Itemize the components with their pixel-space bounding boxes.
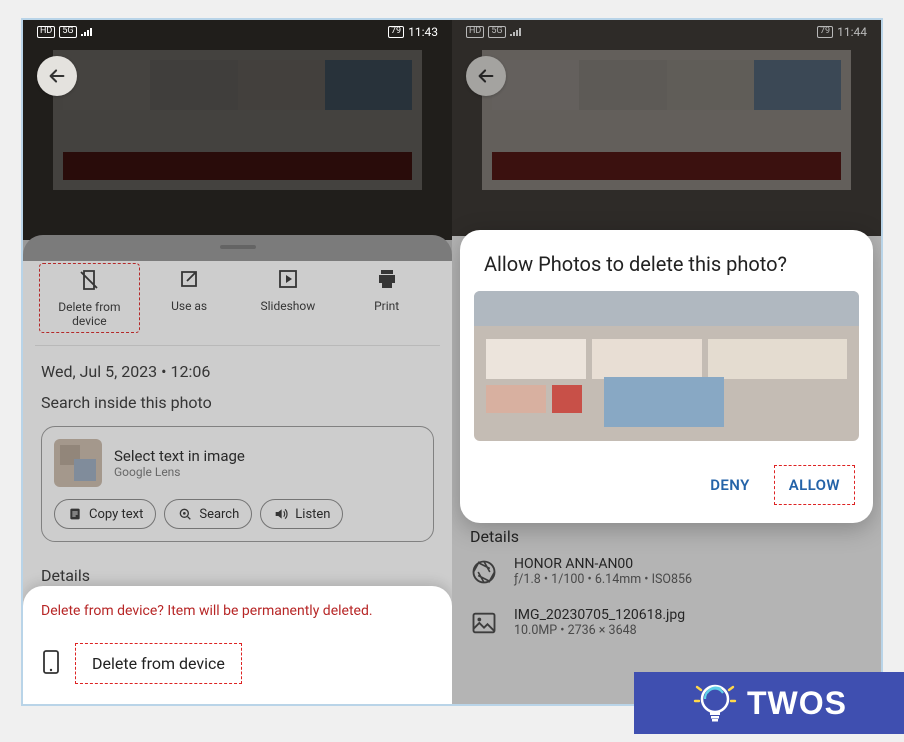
phone-left: HD 5G 79 11:43 Delete from dev (23, 20, 452, 704)
delete-confirm-sheet: Delete from device? Item will be permane… (23, 586, 452, 704)
allow-button[interactable]: ALLOW (774, 465, 855, 505)
action-label: Print (374, 299, 399, 313)
copy-text-chip[interactable]: Copy text (54, 499, 156, 529)
print-action[interactable]: Print (337, 263, 436, 333)
lens-thumbnail (54, 439, 102, 487)
signal-icon (81, 26, 93, 39)
print-icon (375, 267, 399, 291)
search-inside-heading: Search inside this photo (23, 389, 452, 422)
document-icon (67, 506, 83, 522)
listen-chip[interactable]: Listen (260, 499, 343, 529)
status-bar: HD 5G 79 11:43 (23, 20, 452, 44)
lens-search-icon (177, 506, 193, 522)
clock: 11:43 (408, 25, 438, 39)
use-as-action[interactable]: Use as (140, 263, 239, 333)
delete-from-device-action[interactable]: Delete from device (39, 263, 140, 333)
delete-message: Delete from device? Item will be permane… (41, 602, 434, 621)
action-label: Use as (171, 299, 207, 313)
actions-row: Delete from device Use as Slideshow (35, 255, 440, 346)
action-label: Delete from device (44, 300, 135, 328)
permission-dialog: Allow Photos to delete this photo? DENY … (460, 230, 873, 523)
search-chip[interactable]: Search (164, 499, 252, 529)
phone-right: HD 5G 79 11:44 Delete from device We Se (452, 20, 881, 704)
deny-button[interactable]: DENY (696, 466, 763, 504)
hd-indicator: HD (37, 26, 55, 38)
screenshot-frame: HD 5G 79 11:43 Delete from dev (21, 18, 883, 706)
lens-subtitle: Google Lens (114, 465, 245, 479)
phone-icon (41, 650, 61, 678)
brand-text: TWOS (747, 685, 847, 722)
open-external-icon (177, 267, 201, 291)
details-heading: Details (23, 558, 452, 585)
twos-watermark: TWOS (634, 672, 904, 734)
delete-from-device-button[interactable]: Delete from device (75, 643, 242, 684)
action-label: Slideshow (260, 299, 315, 313)
photo-date: Wed, Jul 5, 2023 • 12:06 (23, 346, 452, 389)
chip-label: Listen (295, 507, 330, 522)
slideshow-action[interactable]: Slideshow (239, 263, 338, 333)
chip-label: Search (199, 507, 239, 522)
device-x-icon (77, 268, 101, 292)
lightbulb-icon (691, 679, 739, 727)
dialog-title: Allow Photos to delete this photo? (460, 230, 873, 291)
lens-title: Select text in image (114, 447, 245, 465)
back-button[interactable] (37, 56, 77, 96)
dialog-preview-image (474, 291, 859, 441)
speaker-icon (273, 506, 289, 522)
play-box-icon (276, 267, 300, 291)
dim-overlay (23, 20, 452, 261)
chip-label: Copy text (89, 507, 143, 522)
network-indicator: 5G (59, 26, 76, 38)
battery-icon: 79 (388, 26, 404, 38)
google-lens-card[interactable]: Select text in image Google Lens Copy te… (41, 426, 434, 542)
